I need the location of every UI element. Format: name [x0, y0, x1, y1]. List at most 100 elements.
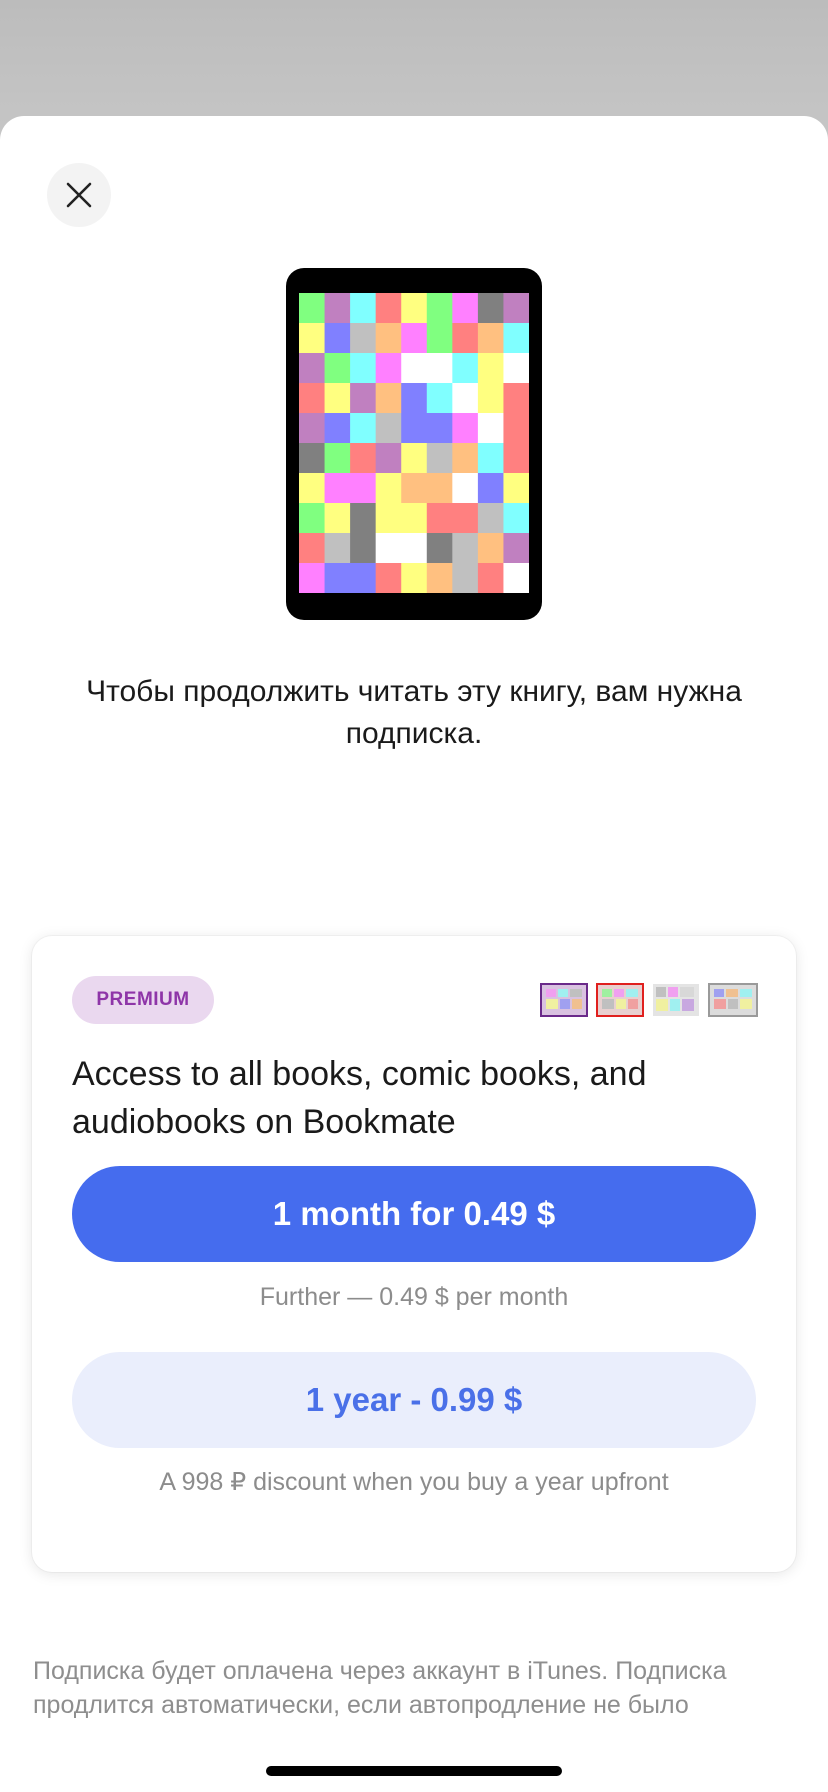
close-button[interactable] [47, 163, 111, 227]
cover-tile [477, 383, 504, 414]
cover-tile [375, 353, 402, 384]
cover-tile [503, 503, 529, 534]
payment-method-2-icon [596, 983, 644, 1017]
subscription-sheet: Чтобы продолжить читать эту книгу, вам н… [0, 116, 828, 1792]
premium-description: Access to all books, comic books, and au… [72, 1055, 647, 1141]
cover-tile [452, 383, 479, 414]
cover-tile [452, 443, 479, 474]
cover-tile [324, 503, 351, 534]
home-indicator[interactable] [266, 1766, 562, 1776]
cover-tile [350, 533, 377, 564]
cover-tile [503, 383, 529, 414]
subscription-required-message: Чтобы продолжить читать эту книгу, вам н… [86, 675, 742, 750]
cover-tile [452, 323, 479, 354]
cover-tile [375, 443, 402, 474]
cover-tile [401, 443, 428, 474]
cover-tile [375, 413, 402, 444]
book-cover-image [299, 293, 529, 593]
cover-tile [477, 323, 504, 354]
cover-tile [477, 533, 504, 564]
cover-tile [426, 323, 453, 354]
cover-tile [503, 563, 529, 593]
cover-tile [503, 323, 529, 354]
cover-tile [299, 533, 326, 564]
cover-tile [401, 413, 428, 444]
cover-tile [324, 533, 351, 564]
cover-tile [350, 413, 377, 444]
cover-tile [503, 353, 529, 384]
cover-tile [452, 413, 479, 444]
yearly-subscription-button[interactable]: 1 year - 0.99 $ [72, 1352, 756, 1448]
cover-tile [452, 353, 479, 384]
cover-tile [452, 533, 479, 564]
cover-tile [375, 503, 402, 534]
cover-tile [324, 383, 351, 414]
cover-tile [350, 293, 377, 324]
cover-tile [375, 293, 402, 324]
cover-tile [503, 413, 529, 444]
monthly-price-caption: Further — 0.49 $ per month [259, 1283, 569, 1311]
cover-tile [452, 293, 479, 324]
cover-tile [375, 383, 402, 414]
payment-method-1-icon [540, 983, 588, 1017]
cover-tile [401, 383, 428, 414]
cover-tile [350, 503, 377, 534]
cover-tile [426, 413, 453, 444]
cover-tile [401, 533, 428, 564]
cover-tile [299, 293, 326, 324]
cover-tile [477, 563, 504, 593]
cover-tile [401, 353, 428, 384]
cover-tile [503, 533, 529, 564]
cover-tile [477, 353, 504, 384]
cover-tile [375, 533, 402, 564]
cover-tile [299, 323, 326, 354]
cover-tile [299, 503, 326, 534]
monthly-subscription-button[interactable]: 1 month for 0.49 $ [72, 1166, 756, 1262]
cover-tile [426, 353, 453, 384]
cover-tile [503, 293, 529, 324]
cover-tile [299, 413, 326, 444]
cover-tile [477, 413, 504, 444]
cover-tile [426, 293, 453, 324]
cover-tile [375, 473, 402, 504]
cover-tile [452, 563, 479, 593]
cover-tile [375, 323, 402, 354]
premium-card: PREMIUM Access to all books, comic books… [32, 936, 796, 1572]
cover-tile [299, 473, 326, 504]
cover-tile [350, 473, 377, 504]
cover-tile [324, 353, 351, 384]
cover-tile [426, 443, 453, 474]
cover-tile [299, 443, 326, 474]
cover-tile [350, 353, 377, 384]
subscription-terms-text: Подписка будет оплачена через аккаунт в … [33, 1657, 727, 1719]
cover-tile [452, 473, 479, 504]
cover-tile [299, 383, 326, 414]
payment-methods [540, 983, 760, 1017]
close-icon [66, 182, 92, 208]
cover-tile [299, 353, 326, 384]
cover-tile [401, 503, 428, 534]
cover-tile [350, 443, 377, 474]
cover-tile [426, 533, 453, 564]
cover-tile [324, 473, 351, 504]
cover-tile [324, 293, 351, 324]
payment-method-3-icon [653, 984, 699, 1016]
cover-tile [350, 323, 377, 354]
cover-tile [324, 443, 351, 474]
cover-tile [299, 563, 326, 593]
cover-tile [401, 293, 428, 324]
cover-tile [426, 383, 453, 414]
cover-tile [350, 383, 377, 414]
cover-tile [350, 563, 377, 593]
payment-method-4-icon [708, 983, 758, 1017]
cover-tile [503, 473, 529, 504]
cover-tile [401, 563, 428, 593]
cover-tile [324, 413, 351, 444]
cover-tile [452, 503, 479, 534]
yearly-discount-caption: A 998 ₽ discount when you buy a year upf… [159, 1468, 669, 1496]
cover-tile [401, 323, 428, 354]
cover-tile [324, 563, 351, 593]
cover-tile [426, 563, 453, 593]
cover-tile [503, 443, 529, 474]
cover-tile [477, 473, 504, 504]
